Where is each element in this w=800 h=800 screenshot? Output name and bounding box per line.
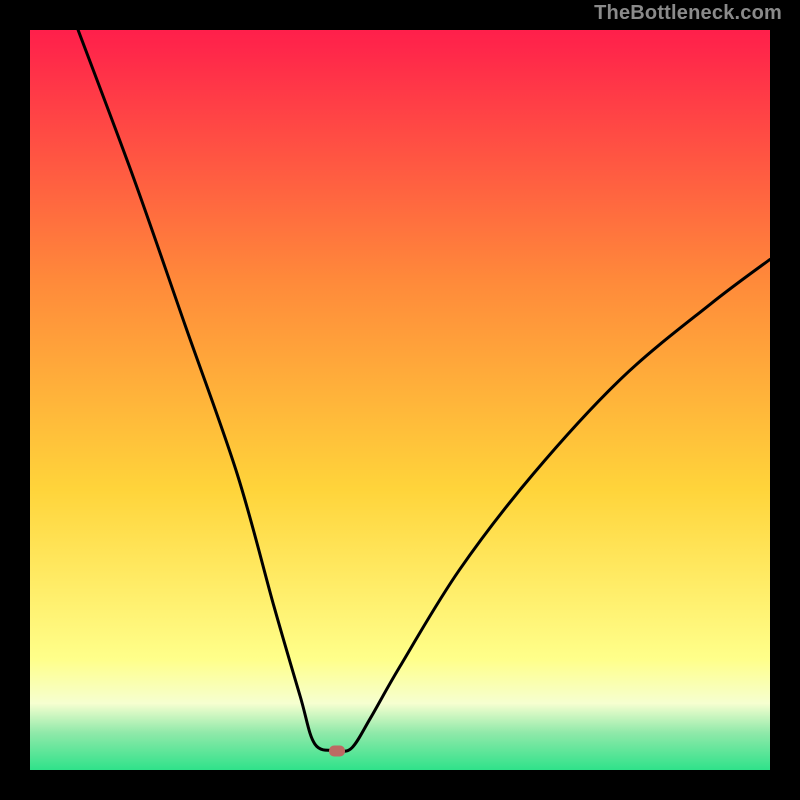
gradient-background	[30, 30, 770, 770]
optimal-point-marker	[329, 745, 345, 756]
plot-area	[30, 30, 770, 770]
gradient-and-curve	[30, 30, 770, 770]
chart-frame: TheBottleneck.com	[0, 0, 800, 800]
watermark-text: TheBottleneck.com	[594, 2, 782, 25]
